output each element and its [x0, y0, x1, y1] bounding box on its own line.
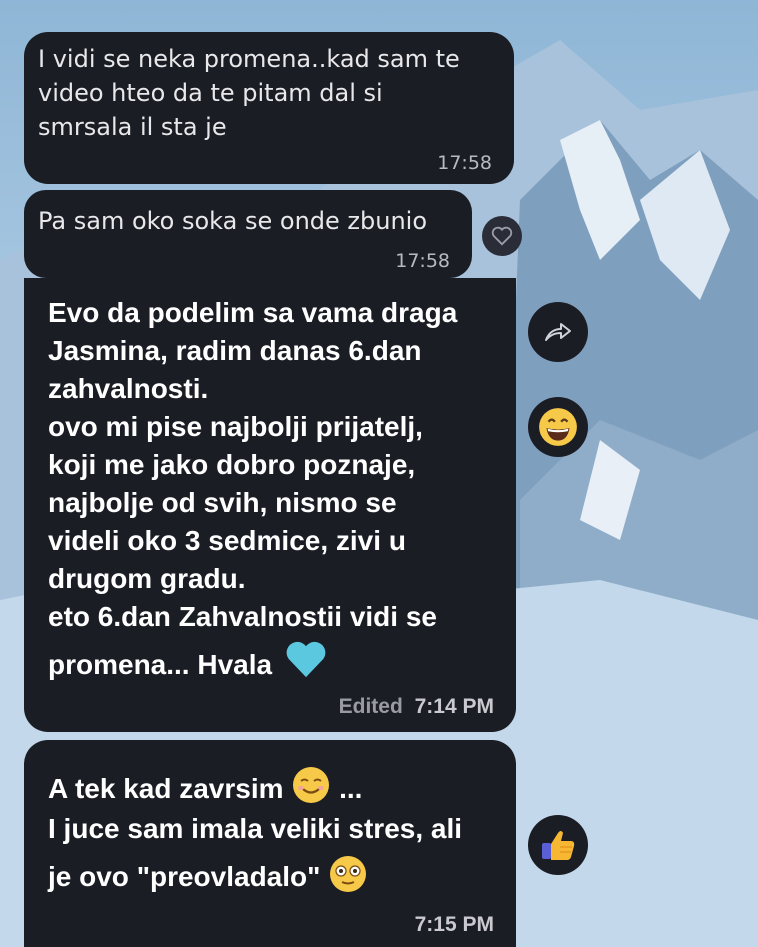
- grinning-face-emoji-icon: [539, 408, 577, 446]
- main-message-line: najbolje od svih, nismo se: [48, 487, 397, 518]
- main-message-line: Jasmina, radim danas 6.dan: [48, 335, 422, 366]
- main-message-bubble[interactable]: Evo da podelim sa vama draga Jasmina, ra…: [24, 278, 516, 732]
- smiling-face-emoji-icon: [293, 766, 330, 803]
- flushed-face-emoji-icon: [330, 855, 367, 892]
- main-message-line: drugom gradu.: [48, 563, 246, 594]
- second-message-bubble[interactable]: A tek kad zavrsim ... I juce sam imala v…: [24, 740, 516, 947]
- second-message-line-1-suffix: ...: [339, 773, 363, 804]
- second-message-time: 7:15 PM: [414, 913, 494, 936]
- blue-heart-emoji-icon: [286, 641, 326, 677]
- forwarded-message-1-line: I vidi se neka promena..kad sam te: [38, 45, 460, 73]
- forwarded-message-2-text: Pa sam oko soka se onde zbunio: [38, 207, 428, 235]
- forwarded-message-2-time: 17:58: [395, 250, 450, 272]
- main-message-line: eto 6.dan Zahvalnostii vidi se: [48, 601, 437, 632]
- main-message-meta: Edited 7:14 PM: [339, 688, 494, 726]
- second-message-line-2: I juce sam imala veliki stres, ali: [48, 813, 463, 844]
- heart-outline-icon: [491, 226, 513, 246]
- reaction-grinning-face-button[interactable]: [528, 397, 588, 457]
- forwarded-message-2[interactable]: Pa sam oko soka se onde zbunio 17:58: [24, 190, 472, 278]
- edited-label: Edited: [338, 695, 403, 718]
- main-message-line: zahvalnosti.: [48, 373, 209, 404]
- second-message-line-3: je ovo "preovladalo": [48, 861, 321, 892]
- main-message-line: koji me jako dobro poznaje,: [48, 449, 416, 480]
- main-message-line: ovo mi pise najbolji prijatelj,: [48, 411, 423, 442]
- forwarded-message-1-line: video hteo da te pitam dal si: [38, 79, 383, 107]
- share-arrow-icon: [545, 323, 571, 341]
- forwarded-message-1-line: smrsala il sta je: [38, 113, 227, 141]
- forwarded-message-1[interactable]: I vidi se neka promena..kad sam te video…: [24, 32, 514, 184]
- like-heart-button[interactable]: [482, 216, 522, 256]
- thumbs-up-emoji-icon: [542, 831, 575, 860]
- main-message-line: promena... Hvala: [48, 649, 273, 680]
- main-message-time: 7:14 PM: [414, 695, 494, 718]
- forwarded-message-1-time: 17:58: [437, 152, 492, 174]
- main-message-line: videli oko 3 sedmice, zivi u: [48, 525, 406, 556]
- main-message-line: Evo da podelim sa vama draga: [48, 297, 458, 328]
- reaction-thumbs-up-button[interactable]: [528, 815, 588, 875]
- share-button[interactable]: [528, 302, 588, 362]
- second-message-line-1: A tek kad zavrsim: [48, 773, 284, 804]
